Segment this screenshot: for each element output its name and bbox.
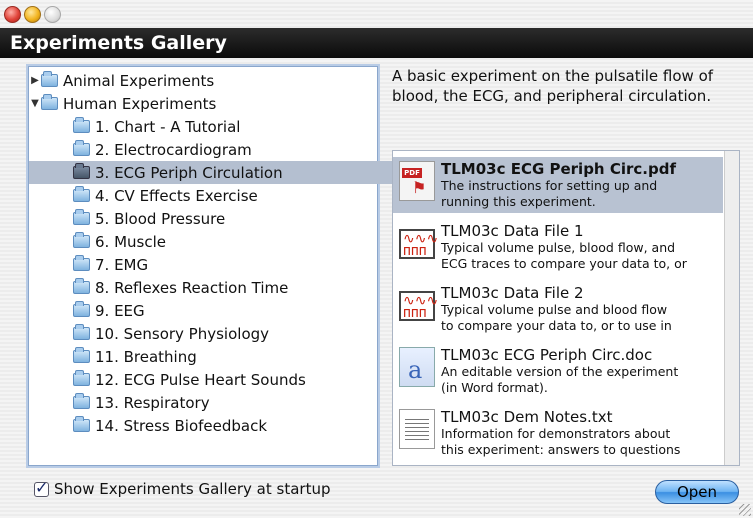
tree-item[interactable]: 12. ECG Pulse Heart Sounds — [29, 368, 421, 391]
experiment-description: A basic experiment on the pulsatile flow… — [392, 67, 714, 105]
folder-icon — [73, 117, 90, 133]
file-description: Typical volume pulse and blood flow — [441, 302, 668, 317]
folder-icon — [73, 370, 90, 386]
tree-item[interactable]: 8. Reflexes Reaction Time — [29, 276, 421, 299]
data-file-icon: ∿∿∿ ᴨᴨᴨ — [399, 291, 438, 321]
tree-item[interactable]: 4. CV Effects Exercise — [29, 184, 421, 207]
tree-item-label: 7. EMG — [95, 255, 149, 274]
folder-icon — [73, 278, 90, 294]
resize-grip-icon[interactable] — [739, 504, 751, 516]
startup-checkbox-label[interactable]: Show Experiments Gallery at startup — [54, 480, 331, 498]
tree-group-animal[interactable]: ▶ Animal Experiments — [29, 69, 377, 92]
file-description: An editable version of the experiment — [441, 364, 679, 379]
tree-item[interactable]: 10. Sensory Physiology — [29, 322, 421, 345]
folder-icon — [73, 186, 90, 202]
tree-item[interactable]: 13. Respiratory — [29, 391, 421, 414]
tree-item[interactable]: 9. EEG — [29, 299, 421, 322]
file-description: to compare your data to, or to use in — [441, 318, 672, 333]
folder-icon — [73, 301, 90, 317]
folder-icon — [73, 140, 90, 156]
disclosure-triangle-expanded-icon[interactable]: ▼ — [29, 98, 41, 109]
tree-item-label: 3. ECG Periph Circulation — [95, 163, 283, 182]
file-item-selected[interactable]: PDF ⚑ TLM03c ECG Periph Circ.pdf The inst… — [393, 157, 723, 213]
file-description: this experiment: answers to questions — [441, 442, 681, 457]
pdf-icon: PDF ⚑ — [399, 161, 435, 201]
file-item[interactable]: a TLM03c ECG Periph Circ.doc An editable… — [393, 343, 723, 399]
tree-item-label: 14. Stress Biofeedback — [95, 416, 268, 435]
file-name: TLM03c Data File 1 — [441, 222, 584, 240]
file-item[interactable]: ∿∿∿ ᴨᴨᴨ TLM03c Data File 2 Typical volume… — [393, 281, 723, 337]
tree-item-label: 12. ECG Pulse Heart Sounds — [95, 370, 306, 389]
folder-icon — [73, 255, 90, 271]
folder-icon — [73, 416, 90, 432]
text-file-icon — [399, 409, 435, 449]
tree-item[interactable]: 6. Muscle — [29, 230, 421, 253]
open-button[interactable]: Open — [655, 480, 739, 504]
tree-item[interactable]: 2. Electrocardiogram — [29, 138, 421, 161]
folder-icon — [73, 209, 90, 225]
experiment-file-list[interactable]: PDF ⚑ TLM03c ECG Periph Circ.pdf The inst… — [392, 150, 740, 466]
file-name: TLM03c Data File 2 — [441, 284, 584, 302]
zoom-window-button[interactable] — [44, 6, 61, 23]
folder-icon — [73, 163, 90, 179]
tree-item-label: 11. Breathing — [95, 347, 197, 366]
startup-option[interactable]: ✓ Show Experiments Gallery at startup — [34, 478, 331, 498]
title-bar — [0, 0, 753, 28]
file-name: TLM03c ECG Periph Circ.pdf — [441, 160, 676, 178]
tree-group-label: Human Experiments — [63, 94, 217, 113]
file-description: Typical volume pulse, blood flow, and — [441, 240, 676, 255]
folder-icon — [73, 324, 90, 340]
file-item[interactable]: TLM03c Dem Notes.txt Information for dem… — [393, 405, 723, 461]
tree-item-label: 6. Muscle — [95, 232, 166, 251]
file-description: running this experiment. — [441, 194, 596, 209]
close-window-button[interactable] — [4, 6, 21, 23]
tree-group-label: Animal Experiments — [63, 71, 215, 90]
file-description: Information for demonstrators about — [441, 426, 671, 441]
tree-item[interactable]: 14. Stress Biofeedback — [29, 414, 421, 437]
tree-item-label: 8. Reflexes Reaction Time — [95, 278, 289, 297]
startup-checkbox[interactable]: ✓ — [34, 478, 49, 497]
tree-item[interactable]: 11. Breathing — [29, 345, 421, 368]
folder-icon — [41, 94, 58, 110]
tree-item-label: 5. Blood Pressure — [95, 209, 226, 228]
file-name: TLM03c Dem Notes.txt — [441, 408, 613, 426]
tree-item-label: 9. EEG — [95, 301, 145, 320]
file-description: (in Word format). — [441, 380, 548, 395]
window-heading: Experiments Gallery — [0, 28, 753, 58]
tree-item-label: 1. Chart - A Tutorial — [95, 117, 241, 136]
disclosure-triangle-collapsed-icon[interactable]: ▶ — [29, 75, 41, 86]
file-name: TLM03c ECG Periph Circ.doc — [441, 346, 653, 364]
tree-item-label: 4. CV Effects Exercise — [95, 186, 258, 205]
data-file-icon: ∿∿∿ ᴨᴨᴨ — [399, 229, 438, 259]
minimize-window-button[interactable] — [24, 6, 41, 23]
tree-item-label: 10. Sensory Physiology — [95, 324, 270, 343]
file-description: The instructions for setting up and — [441, 178, 658, 193]
file-list-scrollbar[interactable] — [724, 151, 739, 465]
folder-icon — [73, 347, 90, 363]
tree-item[interactable]: 5. Blood Pressure — [29, 207, 421, 230]
file-item[interactable]: ∿∿∿ ᴨᴨᴨ TLM03c Data File 1 Typical volume… — [393, 219, 723, 275]
tree-item-selected[interactable]: 3. ECG Periph Circulation — [29, 161, 421, 184]
word-doc-icon: a — [399, 347, 435, 387]
tree-item[interactable]: 1. Chart - A Tutorial — [29, 115, 421, 138]
experiment-tree[interactable]: ▶ Animal Experiments ▼ Human Experiments… — [28, 66, 421, 466]
tree-item-label: 2. Electrocardiogram — [95, 140, 252, 159]
file-description: ECG traces to compare your data to, or — [441, 256, 687, 271]
tree-item-label: 13. Respiratory — [95, 393, 210, 412]
folder-icon — [41, 71, 58, 87]
folder-icon — [73, 393, 90, 409]
tree-item[interactable]: 7. EMG — [29, 253, 421, 276]
folder-icon — [73, 232, 90, 248]
tree-group-human[interactable]: ▼ Human Experiments — [29, 92, 377, 115]
